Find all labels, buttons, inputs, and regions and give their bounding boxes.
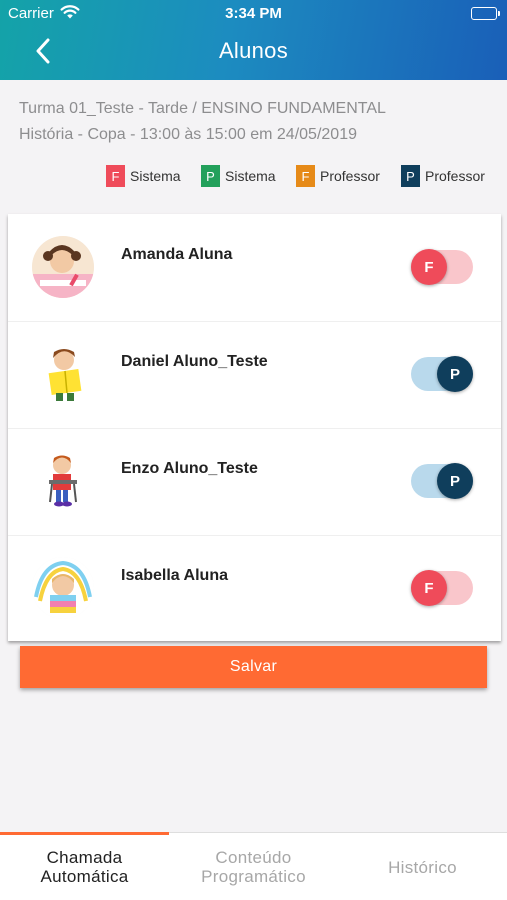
student-row: Amanda Aluna F bbox=[8, 214, 501, 320]
status-time: 3:34 PM bbox=[225, 5, 282, 22]
student-avatar bbox=[32, 343, 94, 405]
tab-label: Conteúdo Programático bbox=[201, 848, 306, 886]
save-button[interactable]: Salvar bbox=[20, 646, 487, 688]
legend-badge: F bbox=[296, 165, 315, 187]
toggle-knob: F bbox=[411, 249, 447, 285]
bottom-tab-bar: Chamada Automática Conteúdo Programático… bbox=[0, 832, 507, 900]
legend-item-f-professor: F Professor bbox=[296, 164, 380, 188]
tab-chamada-automatica[interactable]: Chamada Automática bbox=[0, 832, 169, 900]
tab-conteudo-programatico[interactable]: Conteúdo Programático bbox=[169, 833, 338, 900]
attendance-toggle[interactable]: P bbox=[411, 462, 473, 500]
student-avatar bbox=[32, 557, 94, 619]
student-avatar bbox=[32, 450, 94, 512]
tab-label-line: Chamada bbox=[46, 848, 123, 867]
toggle-knob: P bbox=[437, 356, 473, 392]
student-name: Daniel Aluno_Teste bbox=[121, 353, 268, 370]
student-list: Amanda Aluna F Daniel Aluno_Teste P Enzo… bbox=[8, 214, 501, 641]
attendance-toggle[interactable]: F bbox=[411, 569, 473, 607]
legend-badge: F bbox=[106, 165, 125, 187]
tab-label-line: Conteúdo bbox=[215, 848, 292, 867]
status-bar: Carrier 3:34 PM bbox=[0, 0, 507, 28]
legend-badge: P bbox=[201, 165, 220, 187]
toggle-knob: F bbox=[411, 570, 447, 606]
tab-label: Histórico bbox=[388, 857, 457, 877]
student-avatar bbox=[32, 236, 94, 298]
tab-label-line: Programático bbox=[201, 867, 306, 886]
toggle-knob: P bbox=[437, 463, 473, 499]
class-name: Turma 01_Teste - Tarde / ENSINO FUNDAMEN… bbox=[19, 100, 386, 117]
page-title: Alunos bbox=[218, 38, 289, 63]
legend-label: Sistema bbox=[130, 168, 181, 184]
class-info: Turma 01_Teste - Tarde / ENSINO FUNDAMEN… bbox=[19, 96, 489, 148]
legend-badge: P bbox=[401, 165, 420, 187]
attendance-toggle[interactable]: F bbox=[411, 248, 473, 286]
legend-item-f-sistema: F Sistema bbox=[106, 164, 181, 188]
lesson-details: História - Copa - 13:00 às 15:00 em 24/0… bbox=[19, 126, 357, 143]
student-name: Amanda Aluna bbox=[121, 246, 233, 263]
tab-label: Chamada Automática bbox=[40, 848, 128, 886]
attendance-toggle[interactable]: P bbox=[411, 355, 473, 393]
student-row: Isabella Aluna F bbox=[8, 535, 501, 641]
status-legend: F Sistema P Sistema F Professor P Profes… bbox=[0, 164, 507, 188]
student-name: Enzo Aluno_Teste bbox=[121, 460, 258, 477]
legend-label: Professor bbox=[425, 168, 485, 184]
student-row: Daniel Aluno_Teste P bbox=[8, 321, 501, 427]
legend-item-p-sistema: P Sistema bbox=[201, 164, 276, 188]
student-row: Enzo Aluno_Teste P bbox=[8, 428, 501, 534]
battery-icon bbox=[471, 7, 500, 20]
app-header: Carrier 3:34 PM Alunos bbox=[0, 0, 507, 80]
student-name: Isabella Aluna bbox=[121, 567, 228, 584]
legend-label: Sistema bbox=[225, 168, 276, 184]
tab-historico[interactable]: Histórico bbox=[338, 833, 507, 900]
tab-label-line: Automática bbox=[40, 867, 129, 886]
legend-label: Professor bbox=[320, 168, 380, 184]
legend-item-p-professor: P Professor bbox=[401, 164, 485, 188]
